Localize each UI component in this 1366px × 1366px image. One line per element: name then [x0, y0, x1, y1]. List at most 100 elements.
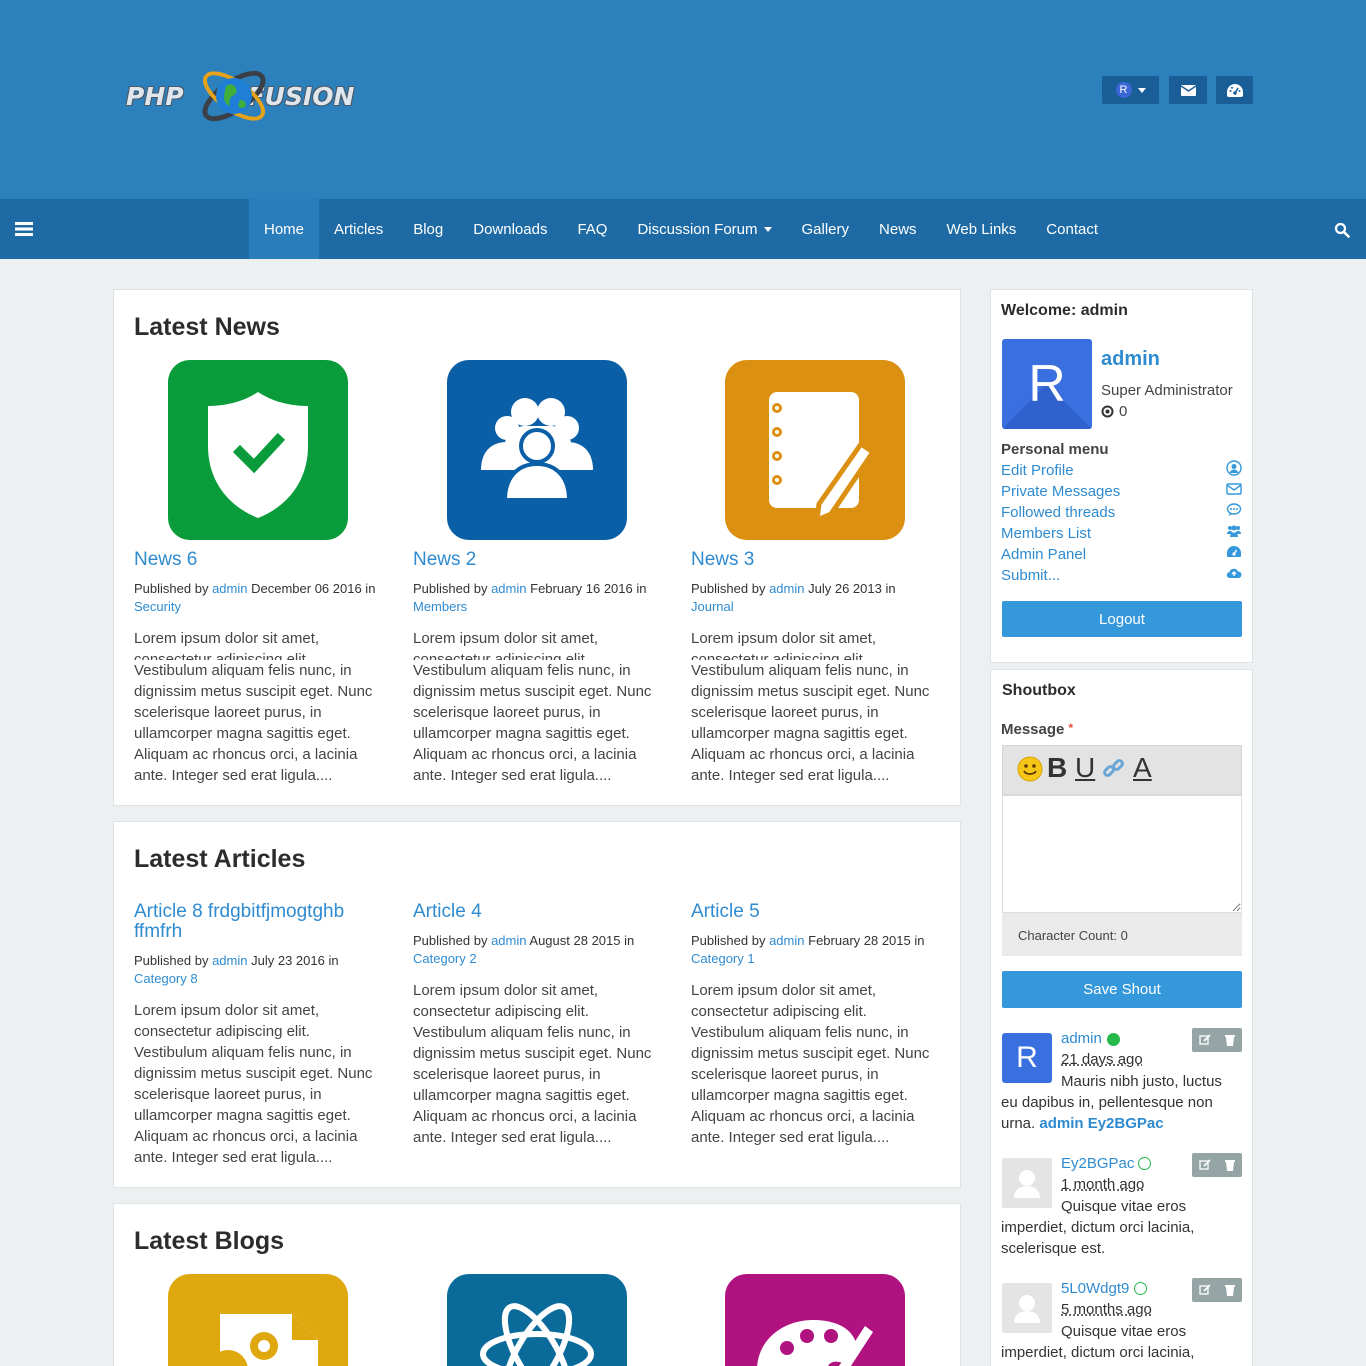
publish-date: July 23 2016 in: [251, 953, 339, 968]
main-navbar: Home Articles Blog Downloads FAQ Discuss…: [0, 199, 1366, 259]
news-meta: Published by admin July 26 2013 in Journa…: [691, 580, 941, 616]
caret-down-icon: [1137, 87, 1146, 93]
required-mark: *: [1068, 721, 1074, 735]
category-link[interactable]: Members: [413, 599, 467, 614]
publish-date: February 16 2016 in: [530, 581, 647, 596]
article-meta: Published by admin July 23 2016 in Catego…: [134, 952, 384, 988]
shout-actions: [1192, 1153, 1242, 1177]
article-title[interactable]: Article 8 frdgbitfjmogtghb ffmfrh: [134, 902, 374, 942]
hamburger-menu-icon[interactable]: [15, 221, 33, 237]
avatar-initial: R: [1028, 355, 1066, 413]
author-link[interactable]: admin: [769, 933, 804, 948]
users-icon: [1227, 525, 1241, 537]
author-link[interactable]: admin: [491, 581, 526, 596]
user-role: Super Administrator: [1101, 382, 1233, 399]
personal-menu-followed-threads[interactable]: Followed threads: [1001, 504, 1115, 521]
trash-icon[interactable]: [1217, 1278, 1242, 1302]
nav-item-faq[interactable]: FAQ: [562, 199, 622, 259]
edit-icon[interactable]: [1192, 1278, 1217, 1302]
author-link[interactable]: admin: [212, 581, 247, 596]
shout-message-input[interactable]: [1002, 795, 1242, 913]
news-title[interactable]: News 2: [413, 550, 476, 570]
link-icon[interactable]: [1101, 756, 1127, 782]
admin-dashboard-button[interactable]: [1216, 76, 1253, 104]
save-shout-button[interactable]: Save Shout: [1002, 971, 1242, 1008]
blog-thumbnail[interactable]: [725, 1274, 905, 1366]
news-thumbnail[interactable]: [168, 360, 348, 540]
news-thumbnail[interactable]: [725, 360, 905, 540]
shout-time: 21 days ago: [1061, 1051, 1143, 1068]
online-status-icon: [1107, 1033, 1120, 1046]
nav-item-blog[interactable]: Blog: [398, 199, 458, 259]
personal-menu-private-messages[interactable]: Private Messages: [1001, 483, 1120, 500]
personal-menu-admin-panel[interactable]: Admin Panel: [1001, 546, 1086, 563]
author-link[interactable]: admin: [769, 581, 804, 596]
personal-menu-members-list[interactable]: Members List: [1001, 525, 1091, 542]
points-circle-icon: [1101, 405, 1114, 418]
author-link[interactable]: admin: [491, 933, 526, 948]
search-icon[interactable]: [1334, 222, 1350, 238]
nav-item-discussion-forum[interactable]: Discussion Forum: [622, 199, 786, 259]
excerpt-body: Vestibulum aliquam felis nunc, in dignis…: [413, 662, 652, 784]
blog-thumbnail[interactable]: [168, 1274, 348, 1366]
profile-username-link[interactable]: admin: [1101, 348, 1160, 371]
blog-thumbnail[interactable]: [447, 1274, 627, 1366]
messages-button[interactable]: [1169, 76, 1207, 104]
shout-message: Quisque vitae eros imperdiet, dictum orc…: [1001, 1323, 1195, 1361]
shout-time: 5 months ago: [1061, 1301, 1152, 1318]
news-meta: Published by admin February 16 2016 in Me…: [413, 580, 663, 616]
news-excerpt: Lorem ipsum dolor sit amet, consectetur a…: [691, 628, 941, 786]
message-label-text: Message: [1001, 721, 1065, 738]
trash-icon[interactable]: [1217, 1153, 1242, 1177]
logout-button[interactable]: Logout: [1002, 601, 1242, 637]
nav-item-home[interactable]: Home: [249, 199, 320, 259]
underline-button[interactable]: U: [1075, 752, 1095, 784]
author-link[interactable]: admin: [212, 953, 247, 968]
shout-author-link[interactable]: 5L0Wdgt9: [1061, 1280, 1129, 1297]
dashboard-icon: [1226, 83, 1243, 97]
nav-item-news[interactable]: News: [864, 199, 932, 259]
article-title[interactable]: Article 5: [691, 902, 760, 922]
news-title[interactable]: News 3: [691, 550, 754, 570]
excerpt-line-clipped: consectetur adipiscing elit.: [134, 651, 310, 660]
nav-item-articles[interactable]: Articles: [319, 199, 398, 259]
personal-menu-edit-profile[interactable]: Edit Profile: [1001, 462, 1074, 479]
published-by-label: Published by: [691, 581, 766, 596]
published-by-label: Published by: [134, 953, 209, 968]
trash-icon[interactable]: [1217, 1028, 1242, 1052]
nav-item-gallery[interactable]: Gallery: [787, 199, 865, 259]
category-link[interactable]: Category 1: [691, 951, 755, 966]
nav-item-downloads[interactable]: Downloads: [458, 199, 562, 259]
category-link[interactable]: Category 2: [413, 951, 477, 966]
publish-date: December 06 2016 in: [251, 581, 376, 596]
smiley-icon[interactable]: [1017, 756, 1043, 782]
category-link[interactable]: Journal: [691, 599, 734, 614]
category-link[interactable]: Category 8: [134, 971, 198, 986]
user-avatar[interactable]: R: [1002, 339, 1092, 429]
edit-icon[interactable]: [1192, 1028, 1217, 1052]
text-color-button[interactable]: A: [1133, 752, 1152, 784]
nav-item-web-links[interactable]: Web Links: [932, 199, 1032, 259]
excerpt-line: Lorem ipsum dolor sit amet,: [413, 630, 599, 647]
shout-author-link[interactable]: Ey2BGPac: [1061, 1155, 1134, 1172]
user-circle-icon: [1226, 460, 1242, 476]
edit-icon[interactable]: [1192, 1153, 1217, 1177]
category-link[interactable]: Security: [134, 599, 181, 614]
globe-icon: [202, 70, 266, 122]
news-title[interactable]: News 6: [134, 550, 197, 570]
excerpt-body: Vestibulum aliquam felis nunc, in dignis…: [134, 662, 373, 784]
personal-menu-submit[interactable]: Submit...: [1001, 567, 1060, 584]
shout-mention-link[interactable]: admin Ey2BGPac: [1039, 1115, 1163, 1132]
nav-item-contact[interactable]: Contact: [1031, 199, 1113, 259]
excerpt-body: Vestibulum aliquam felis nunc, in dignis…: [691, 662, 930, 784]
publish-date: February 28 2015 in: [808, 933, 925, 948]
article-title[interactable]: Article 4: [413, 902, 482, 922]
news-excerpt: Lorem ipsum dolor sit amet, consectetur a…: [134, 628, 384, 786]
shout-author-link[interactable]: admin: [1061, 1030, 1102, 1047]
shout-message: Quisque vitae eros imperdiet, dictum orc…: [1001, 1198, 1195, 1257]
user-dropdown-button[interactable]: R: [1102, 76, 1159, 104]
site-logo[interactable]: PHP FUSION: [126, 56, 398, 136]
character-count: Character Count: 0: [1002, 913, 1242, 956]
bold-button[interactable]: B: [1047, 752, 1067, 784]
news-thumbnail[interactable]: [447, 360, 627, 540]
